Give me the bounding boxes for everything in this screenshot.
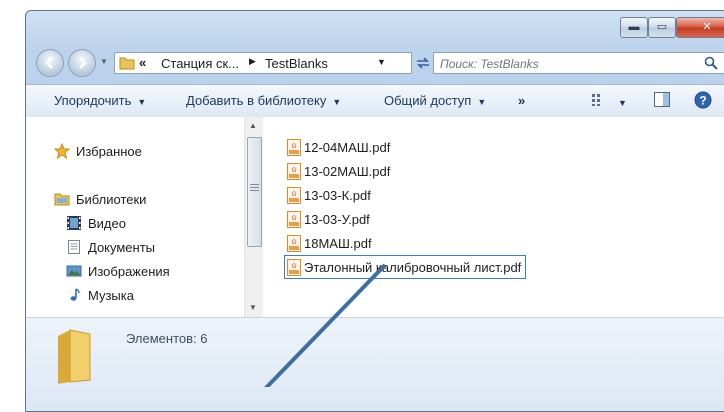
thumb-grip-icon	[250, 184, 259, 185]
add-to-library-label: Добавить в библиотеку	[186, 93, 327, 108]
file-list: G 12-04МАШ.pdf G 13-02МАШ.pdf G 13-03-К.…	[263, 117, 724, 317]
recent-pages-chevron-icon[interactable]: ▼	[100, 57, 108, 66]
close-icon: ✕	[702, 21, 712, 33]
svg-text:G: G	[292, 240, 297, 246]
navigation-pane: Избранное Библиотеки Видео Документы Изо…	[26, 117, 244, 317]
folder-icon	[119, 57, 135, 70]
forward-button[interactable]	[68, 49, 96, 77]
svg-text:G: G	[292, 144, 297, 150]
address-bar[interactable]: « Станция ск... ▶ TestBlanks ▼	[114, 52, 412, 74]
svg-text:G: G	[292, 216, 297, 222]
refresh-icon	[417, 57, 429, 69]
forward-arrow-icon	[79, 57, 87, 69]
file-name: Эталонный калибровочный лист.pdf	[304, 259, 522, 275]
organize-label: Упорядочить	[54, 93, 132, 108]
navigation-bar: ▼ « Станция ск... ▶ TestBlanks ▼	[26, 39, 724, 83]
nav-favorites[interactable]: Избранное	[54, 141, 142, 161]
nav-pane-scrollbar[interactable]: ▲ ▼	[244, 117, 263, 317]
folder-large-icon	[58, 329, 91, 384]
refresh-button[interactable]	[413, 52, 433, 74]
scroll-up-icon[interactable]: ▲	[249, 121, 257, 130]
share-chevron-icon: ▼	[477, 97, 487, 107]
file-name: 12-04МАШ.pdf	[304, 139, 391, 155]
search-input[interactable]	[438, 54, 692, 73]
libraries-icon	[54, 193, 70, 206]
pdf-file-icon: G	[287, 210, 301, 228]
star-icon	[54, 143, 70, 159]
breadcrumb-testblanks[interactable]: TestBlanks	[265, 56, 328, 71]
view-options-icon	[592, 94, 600, 106]
nav-video-label: Видео	[88, 215, 126, 231]
nav-documents-label: Документы	[88, 239, 156, 255]
file-item[interactable]: G 13-03-К.pdf	[287, 185, 371, 205]
file-name: 13-03-У.pdf	[304, 211, 370, 227]
nav-pictures[interactable]: Изображения	[66, 261, 170, 281]
close-button[interactable]: ✕	[676, 17, 724, 38]
minimize-button[interactable]: ▬	[620, 17, 648, 38]
back-button[interactable]	[36, 49, 64, 77]
nav-favorites-label: Избранное	[76, 143, 142, 159]
pdf-file-icon: G	[287, 186, 301, 204]
pdf-file-icon: G	[287, 234, 301, 252]
nav-libraries-label: Библиотеки	[76, 191, 147, 207]
svg-text:G: G	[292, 192, 297, 198]
view-chevron-icon: ▼	[618, 98, 627, 108]
nav-music[interactable]: Музыка	[66, 285, 134, 305]
organize-chevron-icon: ▼	[137, 97, 147, 107]
command-toolbar: Упорядочить ▼ Добавить в библиотеку ▼ Общи…	[26, 84, 724, 118]
maximize-button[interactable]: ▭	[648, 17, 676, 38]
scrollbar-thumb[interactable]	[247, 137, 262, 247]
explorer-window: ▬ ▭ ✕ ▼ « Станция ск... ▶ TestBlanks ▼ П…	[25, 10, 724, 412]
scroll-down-icon[interactable]: ▼	[249, 303, 257, 312]
pictures-icon	[66, 265, 82, 277]
pdf-file-icon: G	[287, 258, 301, 276]
nav-music-label: Музыка	[88, 287, 134, 303]
file-name: 18МАШ.pdf	[304, 235, 372, 251]
preview-pane-button[interactable]	[654, 92, 670, 110]
address-dropdown-icon[interactable]: ▼	[377, 57, 386, 67]
organize-button[interactable]: Упорядочить ▼	[54, 93, 146, 108]
file-name: 13-03-К.pdf	[304, 187, 371, 203]
pdf-file-icon: G	[287, 138, 301, 156]
svg-text:G: G	[292, 264, 297, 270]
video-icon	[67, 216, 81, 230]
documents-icon	[68, 240, 80, 254]
minimize-icon: ▬	[628, 21, 640, 33]
svg-text:G: G	[292, 168, 297, 174]
share-label: Общий доступ	[384, 93, 472, 108]
file-item[interactable]: G 12-04МАШ.pdf	[287, 137, 390, 157]
back-arrow-icon	[45, 57, 53, 69]
help-icon: ?	[694, 91, 712, 109]
share-button[interactable]: Общий доступ ▼	[384, 93, 486, 108]
music-note-icon	[70, 288, 80, 301]
svg-text:?: ?	[699, 94, 706, 108]
file-item[interactable]: G 13-02МАШ.pdf	[287, 161, 390, 181]
more-commands-button[interactable]: »	[518, 93, 525, 108]
change-view-button[interactable]: ▼	[592, 94, 627, 109]
help-button[interactable]: ?	[694, 91, 712, 112]
nav-video[interactable]: Видео	[66, 213, 126, 233]
preview-pane-icon	[654, 92, 670, 107]
address-overflow-icon[interactable]: «	[139, 55, 146, 70]
file-item[interactable]: G 13-03-У.pdf	[287, 209, 370, 229]
nav-libraries[interactable]: Библиотеки	[54, 189, 146, 209]
nav-documents[interactable]: Документы	[66, 237, 155, 257]
nav-pictures-label: Изображения	[88, 263, 170, 279]
item-count: Элементов: 6	[126, 331, 208, 346]
breadcrumb-station[interactable]: Станция ск...	[161, 56, 239, 71]
breadcrumb-separator-icon[interactable]: ▶	[249, 56, 256, 67]
add-to-library-chevron-icon: ▼	[332, 97, 342, 107]
pdf-file-icon: G	[287, 162, 301, 180]
search-icon[interactable]	[704, 56, 718, 70]
file-item-selected[interactable]: G Эталонный калибровочный лист.pdf	[284, 255, 527, 279]
add-to-library-button[interactable]: Добавить в библиотеку ▼	[186, 93, 341, 108]
file-item[interactable]: G 18МАШ.pdf	[287, 233, 372, 253]
details-pane: Элементов: 6	[26, 317, 724, 411]
file-name: 13-02МАШ.pdf	[304, 163, 391, 179]
maximize-icon: ▭	[656, 21, 668, 33]
search-box[interactable]	[433, 52, 724, 74]
